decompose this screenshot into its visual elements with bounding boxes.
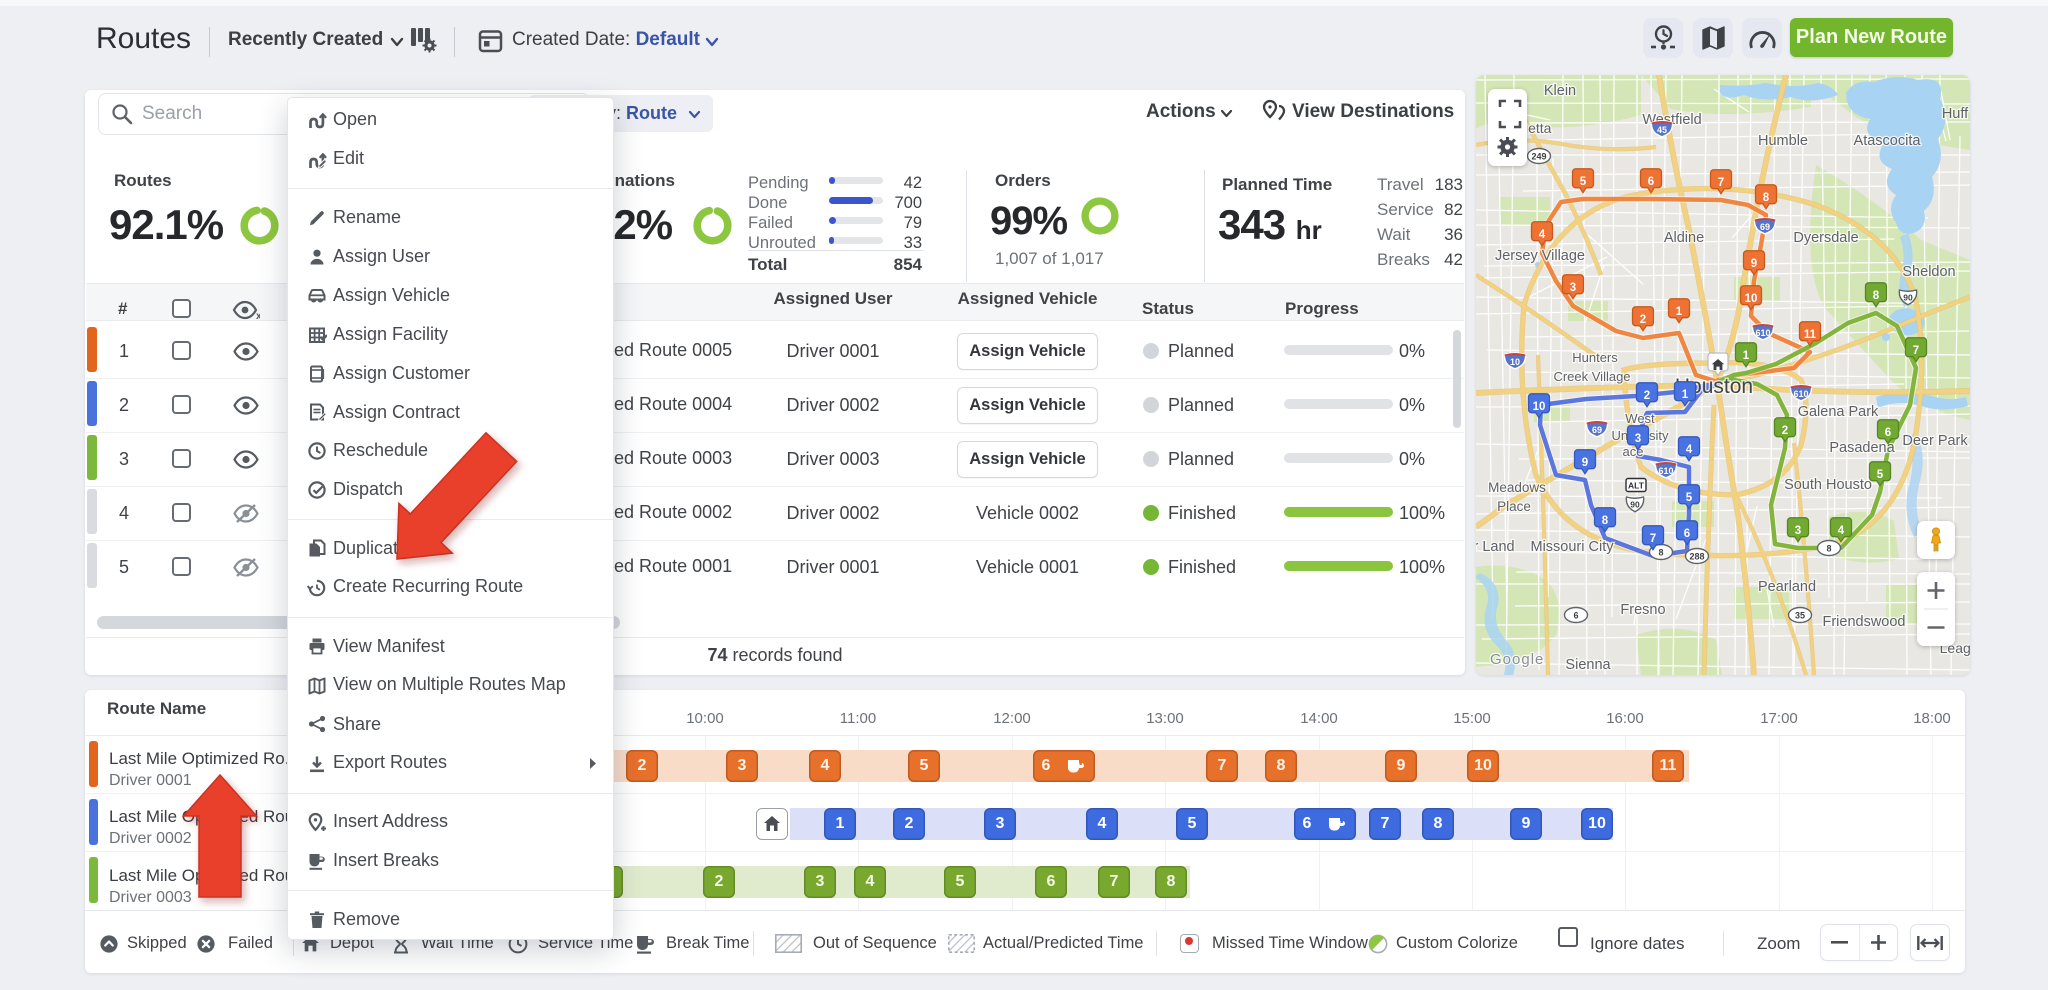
svg-text:Sheldon: Sheldon: [1902, 264, 1955, 280]
svg-text:1: 1: [1682, 389, 1689, 401]
svg-text:4: 4: [1686, 444, 1693, 456]
svg-text:7: 7: [1913, 345, 1919, 357]
svg-text:West: West: [1625, 411, 1655, 426]
svg-text:3: 3: [1795, 525, 1801, 537]
svg-text:610: 610: [1755, 328, 1770, 338]
svg-text:10: 10: [1533, 401, 1546, 413]
svg-text:5: 5: [1580, 176, 1587, 188]
svg-text:6: 6: [1885, 427, 1891, 439]
svg-text:9: 9: [1751, 258, 1757, 270]
svg-text:288: 288: [1689, 552, 1704, 562]
svg-text:3: 3: [1635, 433, 1641, 445]
svg-text:10: 10: [1745, 293, 1758, 305]
svg-text:610: 610: [1658, 466, 1673, 476]
svg-text:90: 90: [1903, 293, 1913, 303]
svg-text:7: 7: [1650, 533, 1656, 545]
svg-text:Huff: Huff: [1942, 106, 1969, 122]
svg-text:5: 5: [1686, 492, 1693, 504]
svg-text:2: 2: [1640, 314, 1646, 326]
svg-text:8: 8: [1826, 544, 1831, 554]
svg-text:Klein: Klein: [1544, 83, 1576, 99]
svg-text:8: 8: [1658, 548, 1663, 558]
svg-text:Hunters: Hunters: [1572, 350, 1618, 365]
svg-text:Atascocita: Atascocita: [1854, 133, 1922, 149]
svg-text:6: 6: [1573, 611, 1578, 621]
svg-text:Missouri City: Missouri City: [1531, 539, 1615, 555]
svg-text:Sienna: Sienna: [1565, 657, 1611, 673]
svg-text:ar Land: ar Land: [1476, 539, 1515, 555]
svg-text:35: 35: [1795, 611, 1805, 621]
svg-text:69: 69: [1592, 425, 1602, 435]
svg-text:3: 3: [1570, 282, 1576, 294]
svg-text:69: 69: [1760, 222, 1770, 232]
svg-text:8: 8: [1602, 515, 1609, 527]
svg-text:1: 1: [1676, 306, 1683, 318]
svg-text:4: 4: [1838, 525, 1845, 537]
svg-text:10: 10: [1510, 357, 1520, 367]
svg-text:6: 6: [1684, 528, 1690, 540]
svg-text:11: 11: [1804, 329, 1817, 341]
svg-text:90: 90: [1630, 500, 1640, 510]
svg-text:Creek Village: Creek Village: [1553, 369, 1630, 384]
svg-text:Pearland: Pearland: [1758, 579, 1816, 595]
svg-text:Dyersdale: Dyersdale: [1793, 230, 1858, 246]
svg-text:5: 5: [1877, 469, 1884, 481]
svg-text:1: 1: [1743, 350, 1750, 362]
svg-text:Meadows: Meadows: [1488, 480, 1546, 495]
svg-text:45: 45: [1657, 125, 1667, 135]
svg-text:Galena Park: Galena Park: [1798, 404, 1879, 420]
svg-text:8: 8: [1873, 290, 1880, 302]
svg-text:Fresno: Fresno: [1620, 602, 1665, 618]
svg-text:Place: Place: [1497, 499, 1531, 514]
svg-text:x: x: [256, 311, 260, 320]
svg-text:7: 7: [1718, 177, 1724, 189]
svg-text:2: 2: [1644, 390, 1650, 402]
svg-text:Jersey Village: Jersey Village: [1495, 248, 1585, 264]
svg-text:Friendswood: Friendswood: [1822, 614, 1905, 630]
svg-text:Deer Park: Deer Park: [1902, 433, 1968, 449]
svg-text:4: 4: [1539, 229, 1546, 241]
svg-text:ALT: ALT: [1628, 481, 1645, 491]
svg-text:8: 8: [1763, 192, 1770, 204]
svg-text:Google: Google: [1490, 651, 1544, 668]
svg-text:Pasadena: Pasadena: [1829, 440, 1895, 456]
svg-text:Aldine: Aldine: [1664, 230, 1704, 246]
svg-text:2: 2: [1782, 425, 1788, 437]
svg-text:6: 6: [1648, 176, 1654, 188]
svg-text:9: 9: [1582, 457, 1588, 469]
svg-text:610: 610: [1793, 389, 1808, 399]
svg-text:Humble: Humble: [1758, 133, 1808, 149]
svg-text:249: 249: [1531, 152, 1546, 162]
svg-text:South Housto: South Housto: [1784, 477, 1872, 493]
